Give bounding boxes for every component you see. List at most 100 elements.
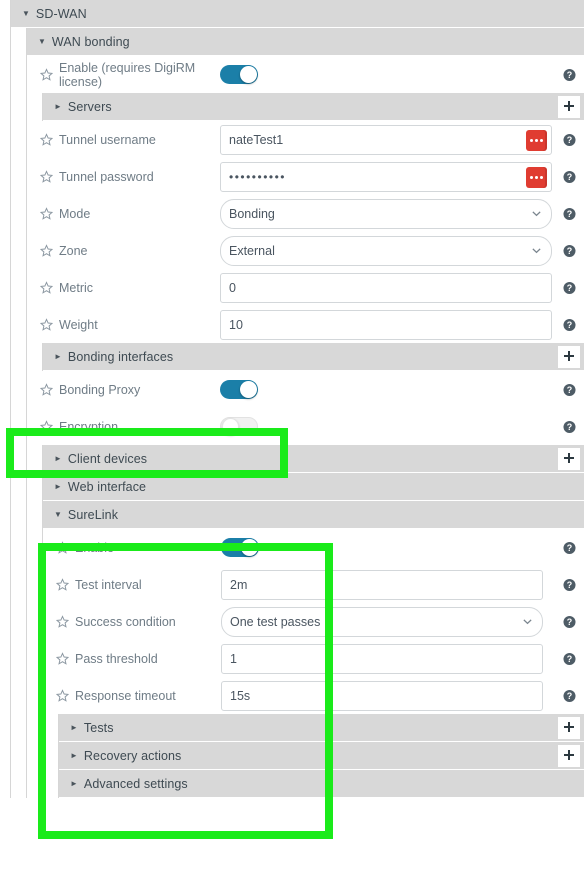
- input-value: 2m: [230, 577, 248, 592]
- add-client-device-button[interactable]: [557, 447, 581, 471]
- section-header-client-devices[interactable]: ► Client devices: [43, 445, 584, 473]
- toggle-encryption[interactable]: [220, 417, 258, 436]
- field-control: 2m: [221, 569, 584, 600]
- help-icon[interactable]: ?: [563, 281, 576, 294]
- input-weight[interactable]: 10: [220, 309, 552, 340]
- section-header-servers[interactable]: ► Servers: [43, 93, 584, 121]
- input-pass-threshold[interactable]: 1: [221, 643, 543, 674]
- field-row-enable-digirm: Enable (requires DigiRM license) ?: [27, 56, 584, 93]
- field-row-tunnel-username: Tunnel username nateTest1 ?: [27, 121, 584, 158]
- svg-text:?: ?: [567, 209, 572, 219]
- help-icon[interactable]: ?: [563, 170, 576, 183]
- help-icon[interactable]: ?: [563, 541, 576, 554]
- chevron-right-icon: ►: [70, 750, 78, 760]
- star-icon[interactable]: [40, 68, 53, 81]
- add-bonding-interface-button[interactable]: [557, 345, 581, 369]
- star-icon[interactable]: [40, 207, 53, 220]
- input-value: nateTest1: [229, 132, 284, 147]
- help-icon[interactable]: ?: [563, 689, 576, 702]
- input-metric[interactable]: 0: [220, 272, 552, 303]
- field-label-success-condition: Success condition: [56, 615, 221, 629]
- input-response-timeout[interactable]: 15s: [221, 680, 543, 711]
- star-icon[interactable]: [40, 383, 53, 396]
- add-server-button[interactable]: [557, 95, 581, 119]
- select-zone[interactable]: External: [220, 235, 552, 266]
- svg-text:?: ?: [567, 543, 572, 553]
- help-icon[interactable]: ?: [563, 133, 576, 146]
- add-recovery-action-button[interactable]: [557, 744, 581, 768]
- star-icon[interactable]: [40, 281, 53, 294]
- star-icon[interactable]: [56, 689, 69, 702]
- help-icon[interactable]: ?: [563, 68, 576, 81]
- help-icon[interactable]: ?: [563, 420, 576, 433]
- ellipsis-icon[interactable]: [526, 166, 547, 188]
- select-value: Bonding: [229, 206, 275, 221]
- section-header-advanced-settings[interactable]: ► Advanced settings: [59, 770, 584, 798]
- field-row-response-timeout: Response timeout 15s ?: [43, 677, 584, 714]
- field-control: [220, 380, 584, 399]
- input-test-interval[interactable]: 2m: [221, 569, 543, 600]
- help-icon[interactable]: ?: [563, 578, 576, 591]
- field-label-zone: Zone: [40, 244, 220, 258]
- help-icon[interactable]: ?: [563, 615, 576, 628]
- star-icon[interactable]: [56, 652, 69, 665]
- section-header-bonding-interfaces[interactable]: ► Bonding interfaces: [43, 343, 584, 371]
- chevron-right-icon: ►: [54, 101, 62, 111]
- section-title-client-devices: Client devices: [67, 451, 148, 466]
- toggle-surelink-enable[interactable]: [221, 538, 259, 557]
- star-icon[interactable]: [56, 615, 69, 628]
- input-tunnel-password[interactable]: ••••••••••: [220, 161, 552, 192]
- field-label-text: Response timeout: [75, 688, 176, 703]
- add-test-button[interactable]: [557, 716, 581, 740]
- help-icon[interactable]: ?: [563, 207, 576, 220]
- svg-text:?: ?: [567, 246, 572, 256]
- star-icon[interactable]: [40, 170, 53, 183]
- toggle-enable-digirm[interactable]: [220, 65, 258, 84]
- section-header-tests[interactable]: ► Tests: [59, 714, 584, 742]
- section-header-wan-bonding[interactable]: ▼ WAN bonding: [27, 28, 584, 56]
- chevron-down-icon: [532, 211, 541, 217]
- input-value: 15s: [230, 688, 251, 703]
- field-row-surelink-enable: Enable ?: [43, 529, 584, 566]
- section-header-sdwan[interactable]: ▼ SD-WAN: [11, 0, 584, 28]
- help-icon[interactable]: ?: [563, 318, 576, 331]
- field-row-tunnel-password: Tunnel password •••••••••• ?: [27, 158, 584, 195]
- field-label-mode: Mode: [40, 207, 220, 221]
- svg-text:?: ?: [567, 70, 572, 80]
- field-label-text: Pass threshold: [75, 651, 158, 666]
- chevron-down-icon: ▼: [38, 36, 46, 46]
- ellipsis-icon[interactable]: [526, 129, 547, 151]
- star-icon[interactable]: [40, 244, 53, 257]
- section-header-recovery-actions[interactable]: ► Recovery actions: [59, 742, 584, 770]
- section-title-tests: Tests: [83, 720, 114, 735]
- section-header-web-interface[interactable]: ► Web interface: [43, 473, 584, 501]
- select-success-condition[interactable]: One test passes: [221, 606, 543, 637]
- field-row-mode: Mode Bonding ?: [27, 195, 584, 232]
- help-icon[interactable]: ?: [563, 383, 576, 396]
- field-control: [220, 65, 584, 84]
- input-tunnel-username[interactable]: nateTest1: [220, 124, 552, 155]
- star-icon[interactable]: [56, 578, 69, 591]
- star-icon[interactable]: [40, 133, 53, 146]
- help-icon[interactable]: ?: [563, 652, 576, 665]
- toggle-bonding-proxy[interactable]: [220, 380, 258, 399]
- field-label-text: Test interval: [75, 577, 142, 592]
- star-icon[interactable]: [40, 318, 53, 331]
- plus-icon: [564, 722, 574, 732]
- svg-text:?: ?: [567, 283, 572, 293]
- chevron-right-icon: ►: [54, 453, 62, 463]
- toggle-knob: [240, 66, 257, 83]
- toggle-knob: [222, 418, 239, 435]
- plus-icon: [564, 351, 574, 361]
- help-icon[interactable]: ?: [563, 244, 576, 257]
- select-mode[interactable]: Bonding: [220, 198, 552, 229]
- section-header-surelink[interactable]: ▼ SureLink: [43, 501, 584, 529]
- svg-text:?: ?: [567, 691, 572, 701]
- section-title-recovery-actions: Recovery actions: [83, 748, 182, 763]
- field-label-bonding-proxy: Bonding Proxy: [40, 383, 220, 397]
- field-label-text: Tunnel password: [59, 169, 154, 184]
- chevron-right-icon: ►: [54, 481, 62, 491]
- field-label-text: Success condition: [75, 614, 176, 629]
- star-icon[interactable]: [40, 420, 53, 433]
- star-icon[interactable]: [56, 541, 69, 554]
